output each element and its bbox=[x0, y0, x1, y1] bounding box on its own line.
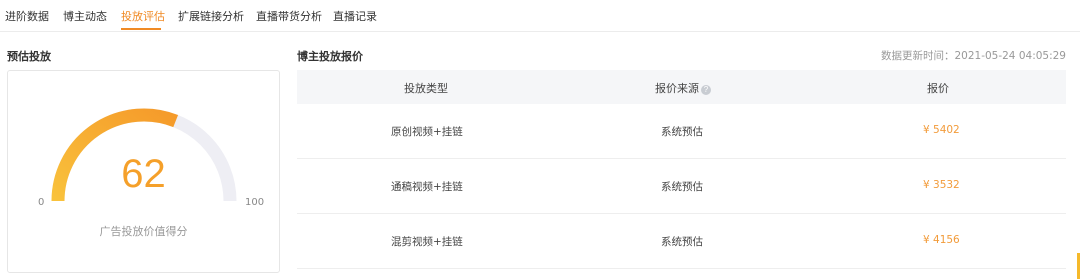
table-row: 混剪视频+挂链 系统预估 ¥ 4156 bbox=[297, 214, 1066, 269]
row-source: 系统预估 bbox=[661, 181, 703, 193]
gauge-max-label: 100 bbox=[245, 197, 265, 208]
quote-section-title: 博主投放报价 bbox=[297, 50, 363, 63]
quote-table: 投放类型 报价来源? 报价 原创视频+挂链 系统预估 ¥ 5402 通稿视频+挂… bbox=[297, 70, 1066, 269]
gauge-min-label: 0 bbox=[38, 197, 45, 208]
tab-placement-evaluation[interactable]: 投放评估 bbox=[121, 8, 165, 24]
active-tab-indicator bbox=[121, 28, 161, 30]
score-value: 62 bbox=[121, 152, 166, 196]
tab-blogger-updates[interactable]: 博主动态 bbox=[63, 8, 107, 24]
row-type: 通稿视频+挂链 bbox=[391, 181, 463, 193]
table-row: 通稿视频+挂链 系统预估 ¥ 3532 bbox=[297, 159, 1066, 214]
estimate-section-title: 预估投放 bbox=[7, 50, 51, 63]
info-icon[interactable]: ? bbox=[701, 85, 711, 95]
row-source: 系统预估 bbox=[661, 126, 703, 138]
tab-advanced-data[interactable]: 进阶数据 bbox=[5, 8, 49, 24]
row-price: ¥ 3532 bbox=[923, 179, 960, 191]
column-header-source-label: 报价来源 bbox=[655, 82, 699, 95]
column-header-source: 报价来源? bbox=[655, 80, 711, 96]
row-price: ¥ 5402 bbox=[923, 124, 960, 136]
column-header-type: 投放类型 bbox=[404, 82, 448, 95]
tab-live-sales-analysis[interactable]: 直播带货分析 bbox=[256, 8, 322, 24]
update-timestamp: 数据更新时间：2021-05-24 04:05:29 bbox=[880, 50, 1066, 62]
score-caption: 广告投放价值得分 bbox=[99, 225, 188, 238]
tab-bar: 进阶数据 博主动态 投放评估 扩展链接分析 直播带货分析 直播记录 bbox=[0, 0, 1080, 32]
column-header-price: 报价 bbox=[927, 82, 949, 95]
row-source: 系统预估 bbox=[661, 236, 703, 248]
tab-link-analysis[interactable]: 扩展链接分析 bbox=[178, 8, 244, 24]
score-card: 62 0 100 广告投放价值得分 bbox=[7, 70, 280, 273]
tab-live-records[interactable]: 直播记录 bbox=[333, 8, 377, 24]
table-header: 投放类型 报价来源? 报价 bbox=[297, 70, 1066, 104]
row-type: 混剪视频+挂链 bbox=[391, 236, 463, 248]
row-type: 原创视频+挂链 bbox=[391, 126, 463, 138]
row-price: ¥ 4156 bbox=[923, 234, 960, 246]
table-row: 原创视频+挂链 系统预估 ¥ 5402 bbox=[297, 104, 1066, 159]
